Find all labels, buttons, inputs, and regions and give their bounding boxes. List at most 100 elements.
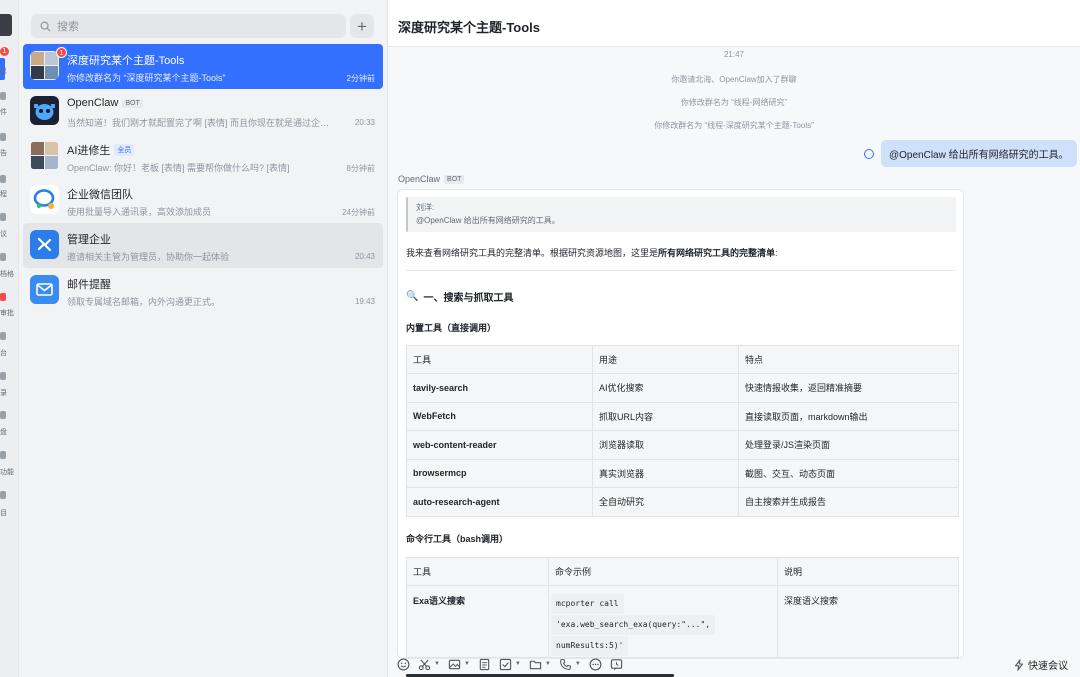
chat-header: 深度研究某个主题-Tools	[388, 0, 1080, 47]
drive-icon[interactable]	[0, 411, 6, 419]
my-message-bubble[interactable]: @OpenClaw 给出所有网络研究的工具。	[881, 140, 1077, 167]
nav-item-workbench[interactable]: 台	[0, 348, 7, 358]
conversation-preview: 当然知道！我们刚才就配置完了啊 [表情] 而且你现在就是通过企业微信...	[67, 118, 337, 128]
quick-meeting-button[interactable]: 快速会议	[1014, 657, 1068, 672]
mail-icon[interactable]	[0, 92, 6, 100]
tool-purpose: 真实浏览器	[592, 458, 739, 488]
command-example: mcporter call 'exa.web_search_exa(query:…	[548, 585, 778, 658]
section-heading: 🔍 一、搜索与抓取工具	[406, 291, 514, 304]
image-button[interactable]: ▼	[448, 655, 470, 673]
table-row: tavily-search AI优化搜索 快速情报收集，返回精准摘要	[406, 373, 959, 403]
code-line: 'exa.web_search_exa(query:"...",	[551, 615, 716, 635]
phone-icon	[559, 658, 571, 670]
chevron-down-icon[interactable]: ▼	[575, 661, 581, 667]
table-header-row: 工具 命令示例 说明	[406, 557, 959, 586]
todo-button[interactable]: ▼	[499, 655, 521, 673]
tool-name: tavily-search	[406, 373, 593, 403]
meeting-icon[interactable]	[0, 213, 6, 221]
chevron-down-icon[interactable]: ▼	[545, 661, 551, 667]
conversation-list: 搜索 + 1 深度研究某个主题-Tools 你修改群名为 “深度研究某个主题-T…	[19, 0, 388, 677]
emoji-button[interactable]	[397, 655, 410, 673]
tool-feature: 截图、交互、动态页面	[738, 458, 959, 488]
bot-reply-card[interactable]: 刘洋: @OpenClaw 给出所有网络研究的工具。 我来查看网络研究工具的完整…	[397, 189, 964, 659]
quoted-message[interactable]: 刘洋: @OpenClaw 给出所有网络研究的工具。	[406, 197, 956, 232]
all-members-tag: 全员	[114, 144, 135, 156]
nav-item-notice[interactable]: 告	[0, 148, 7, 158]
table-header-row: 工具 用途 特点	[406, 345, 959, 374]
nav-item-calendar[interactable]: 程	[0, 189, 7, 199]
tool-purpose: AI优化搜索	[592, 373, 739, 403]
approval-icon[interactable]	[0, 293, 6, 301]
wecom-team-avatar	[30, 185, 59, 214]
message-record-button[interactable]	[610, 655, 623, 673]
bot-tag: BOT	[444, 174, 465, 184]
chat-panel: 深度研究某个主题-Tools 21:47 你邀请北海、OpenClaw加入了群聊…	[388, 0, 1080, 677]
lightning-icon	[1014, 658, 1024, 671]
more-icon[interactable]	[0, 451, 6, 459]
conversation-item[interactable]: OpenClaw BOT 当然知道！我们刚才就配置完了啊 [表情] 而且你现在就是…	[23, 89, 383, 134]
folder-button[interactable]: ▼	[529, 655, 551, 673]
contacts-icon[interactable]	[0, 372, 6, 380]
add-button[interactable]: +	[350, 14, 374, 38]
conversation-item[interactable]: 1 深度研究某个主题-Tools 你修改群名为 “深度研究某个主题-Tools”…	[23, 44, 383, 89]
chevron-down-icon[interactable]: ▼	[464, 661, 470, 667]
nav-item-mail[interactable]: 件	[0, 107, 7, 117]
conversation-time: 24分钟前	[342, 208, 375, 217]
system-message: 你邀请北海、OpenClaw加入了群聊	[671, 75, 797, 84]
document-button[interactable]	[478, 655, 491, 673]
more-button[interactable]	[589, 655, 602, 673]
folder-icon	[529, 660, 542, 669]
workbench-icon[interactable]	[0, 332, 6, 340]
nav-item-contacts[interactable]: 录	[0, 388, 7, 398]
notice-icon[interactable]	[0, 133, 6, 141]
mail-avatar	[30, 275, 59, 304]
search-icon	[40, 21, 51, 32]
bot-tag: BOT	[122, 98, 143, 108]
screenshot-button[interactable]: ▼	[418, 655, 440, 673]
table-row: web-content-reader 浏览器读取 处理登录/JS渲染页面	[406, 430, 959, 460]
chevron-down-icon[interactable]: ▼	[434, 661, 440, 667]
quote-author: 刘洋:	[416, 203, 435, 212]
unread-badge: 1	[0, 47, 9, 56]
conversation-name: 邮件提醒	[67, 279, 111, 291]
nav-item-messages[interactable]: 息	[0, 66, 7, 76]
user-avatar[interactable]	[0, 14, 12, 36]
nav-item-more[interactable]: 功能	[0, 467, 14, 477]
message-timestamp: 21:47	[723, 50, 745, 59]
column-header: 说明	[777, 557, 959, 586]
conversation-item[interactable]: AI进修生 全员 OpenClaw: 你好！老板 [表情] 需要帮你做什么吗? […	[23, 134, 383, 179]
cli-tools-table: 工具 命令示例 说明 Exa语义搜索 mcporter call 'exa.we…	[406, 557, 959, 658]
tool-purpose: 抓取URL内容	[592, 401, 739, 431]
search-placeholder: 搜索	[57, 21, 79, 33]
doc-icon[interactable]	[0, 253, 6, 261]
conversation-name: OpenClaw BOT	[67, 97, 143, 109]
chat-title[interactable]: 深度研究某个主题-Tools	[398, 17, 540, 36]
nav-item-approval[interactable]: 审批	[0, 308, 14, 318]
divider	[406, 270, 956, 271]
conversation-item[interactable]: 企业微信团队 使用批量导入通讯录，高效添加成员 24分钟前	[23, 178, 383, 223]
code-line: mcporter call	[551, 594, 624, 614]
reply-intro: 我来查看网络研究工具的完整清单。根据研究资源地图，这里是所有网络研究工具的完整清…	[406, 248, 778, 258]
tool-name: WebFetch	[406, 401, 593, 431]
nav-item-project[interactable]: 目	[0, 508, 7, 518]
nav-item-docs[interactable]: 档格	[0, 269, 14, 279]
project-icon[interactable]	[0, 491, 6, 499]
search-input[interactable]: 搜索	[31, 14, 346, 38]
tool-name: Exa语义搜索	[406, 585, 549, 658]
read-status-icon	[864, 148, 874, 159]
chevron-down-icon[interactable]: ▼	[515, 661, 521, 667]
system-message: 你修改群名为 “线程-网络研究”	[680, 98, 788, 107]
conversation-item[interactable]: 管理企业 邀请相关主管为管理员，协助你一起体验 20:43	[23, 223, 383, 268]
calendar-icon[interactable]	[0, 175, 6, 183]
conversation-time: 20:43	[354, 252, 375, 261]
conversation-name: 深度研究某个主题-Tools	[67, 55, 185, 67]
call-button[interactable]: ▼	[559, 655, 581, 673]
sender-name[interactable]: OpenClaw	[398, 174, 440, 184]
nav-item-drive[interactable]: 盘	[0, 427, 7, 437]
tool-feature: 直接读取页面，markdown输出	[738, 401, 959, 431]
scissors-icon	[418, 658, 431, 670]
nav-item-meeting[interactable]: 议	[0, 229, 7, 239]
column-header: 命令示例	[548, 557, 778, 586]
system-message: 你修改群名为 “线程-深度研究某个主题-Tools”	[654, 121, 814, 130]
conversation-item[interactable]: 邮件提醒 领取专属域名邮箱，内外沟通更正式。 19:43	[23, 268, 383, 313]
